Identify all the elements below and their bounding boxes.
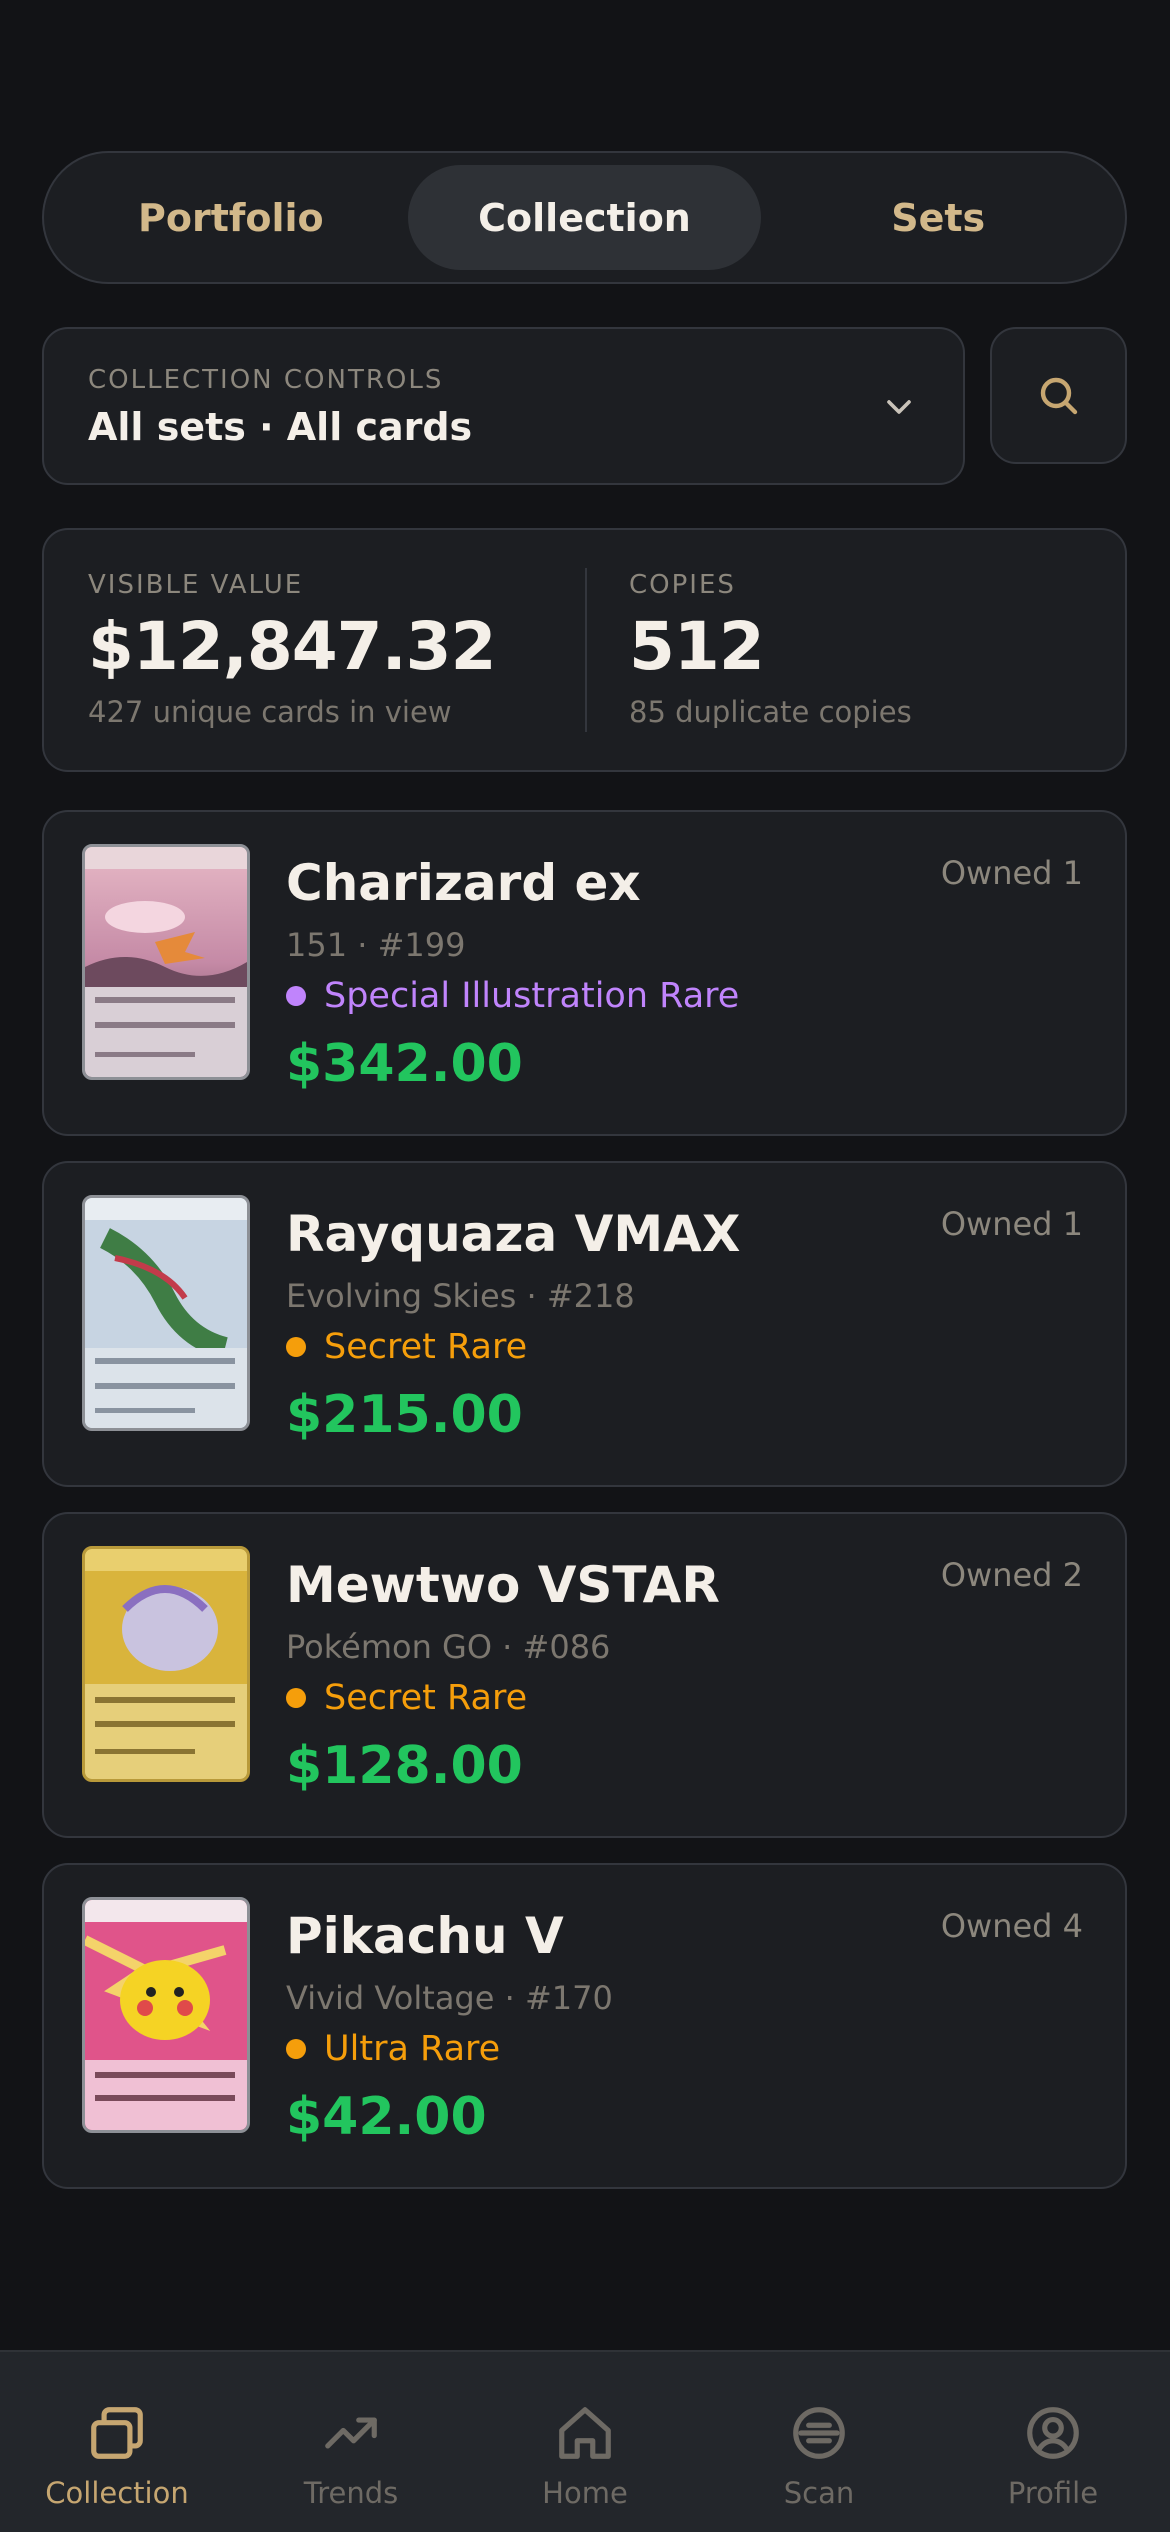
card-rarity: Ultra Rare [324,2029,501,2069]
card-list-item[interactable]: Mewtwo VSTAR Pokémon GO · #086 Secret Ra… [42,1512,1127,1838]
controls-label: COLLECTION CONTROLS [88,365,444,395]
card-thumbnail [82,1897,250,2133]
collection-screen: Portfolio Collection Sets COLLECTION CON… [0,0,1170,2532]
trend-up-icon [325,2417,377,2449]
bottom-tab-bar: Collection Trends Home Scan Profile [0,2350,1170,2532]
tab-home[interactable]: Home [468,2352,702,2532]
view-segmented-control: Portfolio Collection Sets [42,151,1127,284]
unique-cards-count: 427 unique cards in view [88,695,452,729]
card-set: Evolving Skies · #218 [286,1277,635,1315]
visible-value-amount: $12,847.32 [88,608,497,685]
card-list-item[interactable]: Rayquaza VMAX Evolving Skies · #218 Secr… [42,1161,1127,1487]
card-thumbnail [82,1195,250,1431]
rarity-dot [286,1688,306,1708]
card-set: 151 · #199 [286,926,466,964]
card-thumbnail [82,1546,250,1782]
segment-sets[interactable]: Sets [761,165,1115,270]
card-set: Pokémon GO · #086 [286,1628,611,1666]
rarity-dot [286,1337,306,1357]
tab-collection[interactable]: Collection [0,2352,234,2532]
card-rarity: Special Illustration Rare [324,976,740,1016]
tab-label: Collection [45,2476,189,2510]
stats-summary-card: VISIBLE VALUE $12,847.32 427 unique card… [42,528,1127,772]
owned-count: Owned 1 [940,1205,1083,1243]
card-price: $128.00 [286,1736,523,1796]
tab-label: Scan [783,2476,855,2510]
card-name: Rayquaza VMAX [286,1205,741,1263]
card-thumbnail [82,844,250,1080]
card-rarity: Secret Rare [324,1678,528,1718]
rarity-dot [286,986,306,1006]
tab-label: Trends [303,2476,399,2510]
profile-icon [1027,2407,1079,2459]
search-button[interactable] [990,327,1127,464]
tab-scan[interactable]: Scan [702,2352,936,2532]
duplicate-copies-count: 85 duplicate copies [629,695,912,729]
card-set: Vivid Voltage · #170 [286,1979,613,2017]
rarity-dot [286,2039,306,2059]
card-price: $215.00 [286,1385,523,1445]
copies-stat: COPIES 512 85 duplicate copies [587,530,956,770]
visible-value-stat: VISIBLE VALUE $12,847.32 427 unique card… [44,568,587,732]
scan-icon [793,2407,845,2459]
copies-label: COPIES [629,570,736,600]
card-list-item[interactable]: Pikachu V Vivid Voltage · #170 Ultra Rar… [42,1863,1127,2189]
chevron-down-icon [887,400,911,414]
controls-value: All sets · All cards [88,405,473,449]
card-name: Pikachu V [286,1907,564,1965]
tab-trends[interactable]: Trends [234,2352,468,2532]
tab-label: Home [542,2476,628,2510]
card-name: Charizard ex [286,854,641,912]
segment-portfolio[interactable]: Portfolio [54,165,408,270]
tab-label: Profile [1007,2476,1099,2510]
tab-profile[interactable]: Profile [936,2352,1170,2532]
card-price: $342.00 [286,1034,523,1094]
collection-controls-dropdown[interactable]: COLLECTION CONTROLS All sets · All cards [42,327,965,485]
owned-count: Owned 1 [940,854,1083,892]
owned-count: Owned 4 [940,1907,1083,1945]
card-price: $42.00 [286,2087,487,2147]
owned-count: Owned 2 [940,1556,1083,1594]
copies-count: 512 [629,608,765,685]
search-icon [1040,377,1077,414]
card-name: Mewtwo VSTAR [286,1556,720,1614]
cards-icon [91,2407,143,2459]
card-list-item[interactable]: Charizard ex 151 · #199 Special Illustra… [42,810,1127,1136]
segment-collection[interactable]: Collection [407,165,762,270]
home-icon [559,2407,611,2459]
card-rarity: Secret Rare [324,1327,528,1367]
visible-value-label: VISIBLE VALUE [88,570,304,600]
